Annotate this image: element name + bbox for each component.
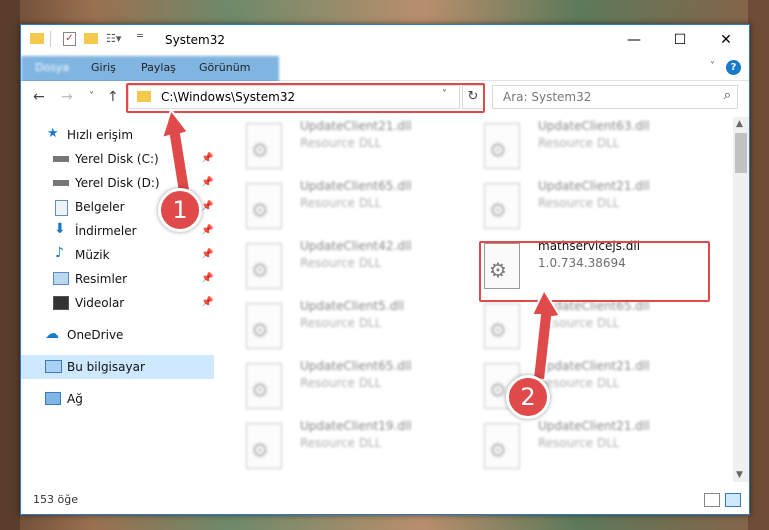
callout-badge-2: 2: [506, 375, 550, 419]
arrow-2: [530, 287, 562, 382]
callout-badge-1: 1: [158, 188, 202, 232]
callout-arrows: [160, 107, 562, 382]
arrow-1: [160, 107, 192, 194]
